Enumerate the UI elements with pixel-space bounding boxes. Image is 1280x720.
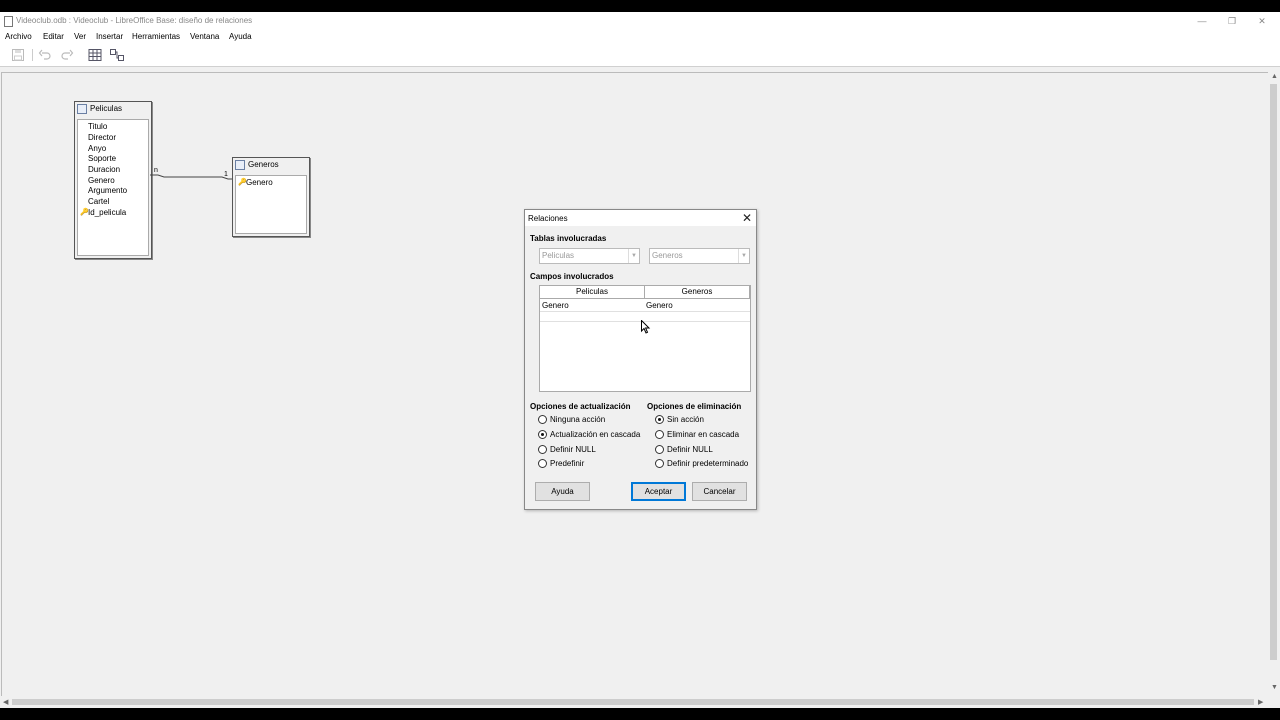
table2-value: Generos	[652, 251, 683, 260]
field-list-generos[interactable]: 🔑 Genero	[235, 175, 307, 234]
table-header-peliculas[interactable]: Peliculas	[77, 104, 122, 118]
table-name: Generos	[248, 160, 279, 170]
field-duracion[interactable]: Duracion	[88, 165, 120, 174]
scroll-down-icon[interactable]: ▼	[1271, 684, 1278, 691]
table-icon	[235, 160, 245, 170]
window-title: Videoclub.odb : Videoclub - LibreOffice …	[16, 16, 253, 25]
add-table-icon[interactable]	[88, 48, 102, 62]
fields-grid[interactable]: Peliculas Generos Genero Genero	[539, 285, 751, 392]
restore-button[interactable]: ❐	[1222, 14, 1242, 28]
menu-herramientas[interactable]: Herramientas	[132, 32, 180, 41]
mouse-cursor-icon	[641, 320, 651, 334]
field-director[interactable]: Director	[88, 133, 116, 142]
field-argumento[interactable]: Argumento	[88, 186, 127, 195]
horizontal-scroll-thumb[interactable]	[12, 699, 1254, 705]
field-genero[interactable]: Genero	[88, 176, 115, 185]
toolbar	[0, 44, 1280, 67]
dialog-title: Relaciones	[528, 214, 568, 223]
grid-cell[interactable]: Genero	[542, 301, 569, 310]
table1-select[interactable]: Peliculas ▼	[539, 248, 640, 264]
grid-column-header: Generos	[645, 286, 750, 299]
radio-update-set-default[interactable]: Predefinir	[538, 459, 584, 469]
grid-row-divider	[540, 311, 750, 312]
vertical-scrollbar[interactable]: ▲ ▼	[1268, 72, 1280, 696]
dialog-title-bar: Relaciones ✕	[525, 210, 756, 226]
radio-delete-set-default[interactable]: Definir predeterminado	[655, 459, 748, 469]
chevron-down-icon: ▼	[738, 249, 749, 263]
cardinality-n: n	[154, 167, 158, 174]
radio-delete-set-null[interactable]: Definir NULL	[655, 445, 713, 455]
field-id-pelicula[interactable]: Id_pelicula	[88, 208, 126, 217]
menu-bar: Archivo Editar Ver Insertar Herramientas…	[0, 30, 1280, 44]
document-icon	[4, 16, 13, 27]
radio-update-cascade[interactable]: Actualización en cascada	[538, 430, 640, 440]
menu-insertar[interactable]: Insertar	[96, 32, 123, 41]
table-name: Peliculas	[90, 104, 123, 114]
field-titulo[interactable]: Titulo	[88, 122, 107, 131]
menu-editar[interactable]: Editar	[43, 32, 64, 41]
radio-delete-none[interactable]: Sin acción	[655, 415, 704, 425]
scroll-left-icon[interactable]: ◀	[3, 698, 8, 706]
menu-archivo[interactable]: Archivo	[5, 32, 32, 41]
field-anyo[interactable]: Anyo	[88, 144, 106, 153]
table-window-peliculas[interactable]: Peliculas Titulo Director Anyo Soporte D…	[74, 101, 152, 259]
redo-icon[interactable]	[60, 48, 74, 62]
field-soporte[interactable]: Soporte	[88, 154, 116, 163]
table1-value: Peliculas	[542, 251, 575, 260]
radio-update-none[interactable]: Ninguna acción	[538, 415, 605, 425]
menu-ventana[interactable]: Ventana	[190, 32, 219, 41]
save-icon[interactable]	[11, 48, 25, 62]
field-cartel[interactable]: Cartel	[88, 197, 109, 206]
title-bar: Videoclub.odb : Videoclub - LibreOffice …	[0, 12, 1280, 30]
relation-line[interactable]: n 1	[150, 167, 234, 187]
grid-column-header: Peliculas	[540, 286, 645, 299]
vertical-scroll-thumb[interactable]	[1270, 84, 1277, 660]
help-button[interactable]: Ayuda	[535, 482, 590, 501]
close-window-button[interactable]: ✕	[1252, 14, 1272, 28]
menu-ver[interactable]: Ver	[74, 32, 86, 41]
cardinality-1: 1	[224, 171, 228, 178]
radio-delete-cascade[interactable]: Eliminar en cascada	[655, 430, 739, 440]
scroll-up-icon[interactable]: ▲	[1271, 73, 1278, 80]
table-window-generos[interactable]: Generos 🔑 Genero	[232, 157, 310, 237]
minimize-button[interactable]: —	[1192, 14, 1212, 28]
horizontal-scrollbar[interactable]: ◀ ▶	[0, 696, 1268, 708]
chevron-down-icon: ▼	[628, 249, 639, 263]
ok-button[interactable]: Aceptar	[631, 482, 686, 501]
grid-cell[interactable]: Genero	[646, 301, 673, 310]
cancel-button[interactable]: Cancelar	[692, 482, 747, 501]
menu-ayuda[interactable]: Ayuda	[229, 32, 252, 41]
dialog-close-icon[interactable]: ✕	[742, 211, 752, 225]
toolbar-separator	[32, 49, 33, 61]
undo-icon[interactable]	[38, 48, 52, 62]
table-icon	[77, 104, 87, 114]
update-options-label: Opciones de actualización	[530, 402, 631, 411]
scroll-right-icon[interactable]: ▶	[1258, 698, 1263, 706]
table-header-generos[interactable]: Generos	[235, 160, 279, 174]
fields-section-label: Campos involucrados	[530, 272, 614, 281]
relations-dialog: Relaciones ✕ Tablas involucradas Pelicul…	[524, 209, 757, 510]
new-relation-icon[interactable]	[110, 48, 124, 62]
radio-update-set-null[interactable]: Definir NULL	[538, 445, 596, 455]
table2-select[interactable]: Generos ▼	[649, 248, 750, 264]
field-genero[interactable]: Genero	[246, 178, 273, 187]
delete-options-label: Opciones de eliminación	[647, 402, 742, 411]
field-list-peliculas[interactable]: Titulo Director Anyo Soporte Duracion Ge…	[77, 119, 149, 256]
tables-section-label: Tablas involucradas	[530, 234, 607, 243]
